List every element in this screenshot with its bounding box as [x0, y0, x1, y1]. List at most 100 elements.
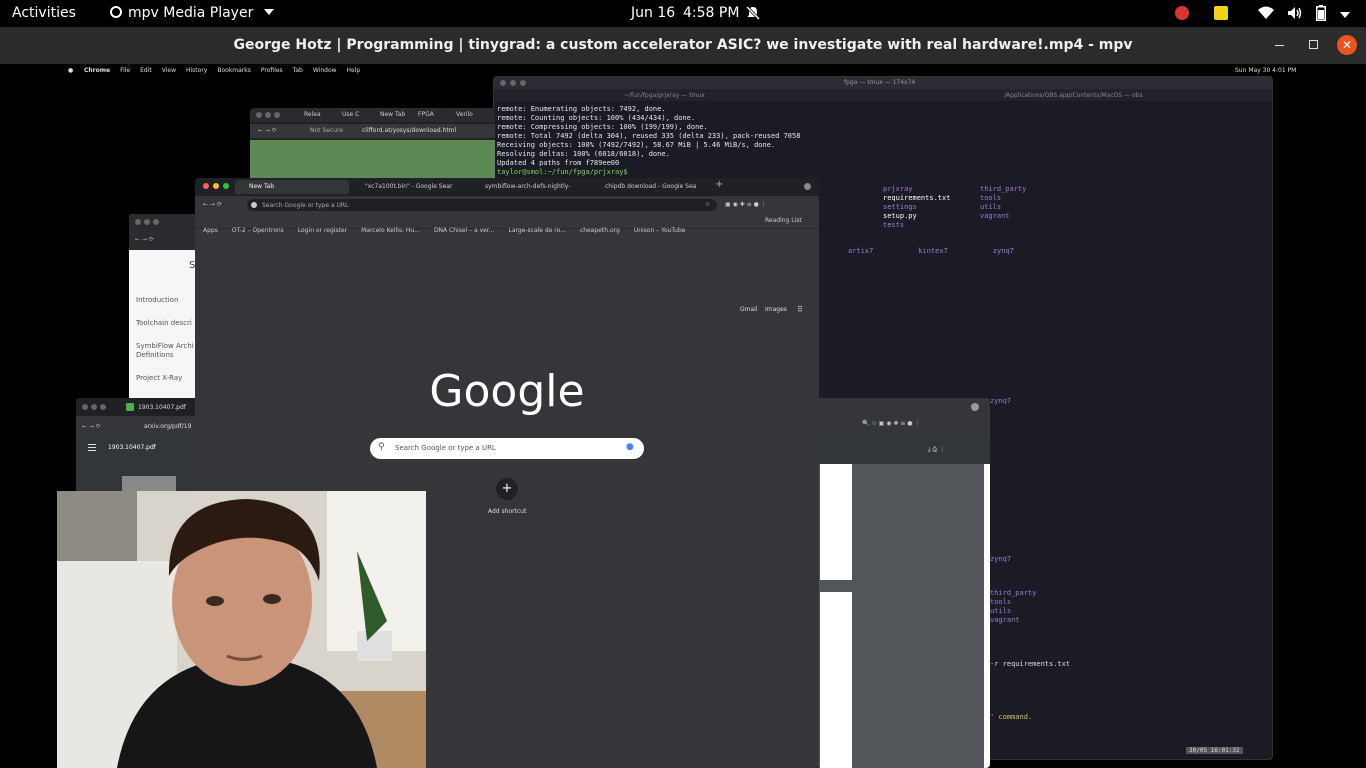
terminal-tab-left[interactable]: ~/fun/fpga/prjxray — tmux	[624, 92, 705, 99]
reading-list[interactable]: Reading List	[765, 217, 802, 224]
volume-icon[interactable]	[1287, 6, 1303, 24]
mic-icon[interactable]: ●	[626, 442, 634, 452]
chrome-tab[interactable]: "xc7a100t.bin" - Google Sear	[351, 180, 465, 194]
bookmark-item[interactable]: Large-scale de ro...	[508, 227, 565, 234]
chrome-extension-icons[interactable]: ▣ ◉ ✚ ≡ ● ⋮	[725, 201, 767, 208]
pdf-window-left[interactable]: 1903.10407.pdf ← → ⟳ arxiv.org/pdf/19 19…	[76, 398, 206, 498]
mpv-icon	[110, 6, 122, 18]
bookmark-star-icon[interactable]: ☆	[705, 201, 710, 208]
dir-list: artix7 kintex7 zynq7	[848, 247, 1059, 256]
google-g-icon	[251, 202, 257, 208]
frag-entry: utils	[990, 607, 1012, 615]
add-shortcut-icon[interactable]: +	[496, 478, 518, 500]
battery-icon[interactable]	[1316, 5, 1326, 25]
video-frame[interactable]: ● Chrome File Edit View History Bookmarks Prof…	[0, 64, 1366, 768]
frag-list: third_party tools utils vagrant	[990, 589, 1036, 625]
chrome-nav-icon[interactable]: ← → ⟳	[203, 201, 222, 208]
bookmark-item[interactable]: DNA Chisel – a ver...	[434, 227, 495, 234]
gmail-link[interactable]: Gmail	[740, 306, 758, 313]
chrome-omnibox[interactable]: Search Google or type a URL ☆	[247, 199, 717, 211]
back-tab[interactable]: Verilo	[442, 108, 490, 122]
chrome-toolbar: ← → ⟳ Search Google or type a URL ☆ ▣ ◉ …	[195, 196, 819, 214]
pdf-nav-icon[interactable]: ← → ⟳	[82, 423, 101, 430]
mac-menu-item: Tab	[292, 67, 303, 74]
clock-time[interactable]: 4:58 PM	[683, 5, 739, 21]
mac-menu-item: Help	[346, 67, 361, 74]
pdf-scrollbar[interactable]	[984, 464, 990, 768]
frag-entry: third_party	[990, 589, 1037, 597]
pdf-tab[interactable]: 1903.10407.pdf	[138, 404, 186, 411]
pdf-download-print-icons[interactable]: ⤓ ⎙ ⋮	[928, 446, 945, 454]
clock-date[interactable]: Jun 16	[631, 5, 675, 21]
pdf-menu-icon[interactable]	[88, 444, 96, 445]
terminal-line: Resolving deltas: 100% (6018/6018), done…	[497, 150, 670, 158]
system-menu-icon[interactable]	[1340, 6, 1350, 22]
tmux-status: 30/05 16:01:32	[1186, 747, 1243, 754]
pdf-right-header: ⤓ ⎙ ⋮	[816, 438, 990, 464]
dir-entry: kintex7	[918, 247, 948, 255]
pdf-right-toolbar: 🔍 ☆ ▣ ◉ ✚ ≡ ● ⋮	[816, 398, 990, 438]
browser-back-window[interactable]: Relea Use C New Tab FPGA Verilo ← → ⟳ Not Se…	[250, 108, 495, 188]
mac-menu-item: History	[186, 67, 208, 74]
pdf-tabbar: 1903.10407.pdf	[76, 398, 206, 416]
apps-grid-icon[interactable]: ⠿	[797, 305, 803, 314]
images-link[interactable]: Images	[765, 306, 787, 313]
new-tab-icon[interactable]: +	[715, 179, 723, 190]
pdf-close-icon[interactable]	[971, 403, 979, 411]
window-title: George Hotz | Programming | tinygrad: a …	[233, 37, 1133, 53]
maximize-icon[interactable]	[1309, 40, 1318, 49]
chevron-down-icon	[263, 9, 274, 15]
ls-entry: third_party	[980, 185, 1027, 193]
chrome-tab[interactable]: New Tab	[235, 180, 349, 194]
close-icon[interactable]: ✕	[1337, 35, 1357, 55]
chrome-bookmarks-bar: Apps OT-2 – Opentrons Login or register Mar…	[195, 214, 819, 234]
app-menu[interactable]: mpv Media Player	[110, 5, 274, 21]
mac-clock: Sun May 30 4:01 PM	[1235, 67, 1297, 74]
activities-button[interactable]: Activities	[12, 5, 76, 21]
terminal-tab-right[interactable]: /Applications/OBS.app/Contents/MacOS — o…	[1004, 92, 1143, 99]
pdf-window-right[interactable]: 🔍 ☆ ▣ ◉ ✚ ≡ ● ⋮ ⤓ ⎙ ⋮	[816, 398, 990, 768]
zynq-fragment-a: zynq7	[990, 397, 1012, 405]
terminal-line: remote: Counting objects: 100% (434/434)…	[497, 114, 696, 122]
pdf-page-1	[820, 464, 852, 580]
bookmark-item[interactable]: Marcelo Kellis: Hu...	[361, 227, 420, 234]
notes-icon[interactable]	[1214, 6, 1228, 24]
terminal-output: remote: Enumerating objects: 7492, done.…	[497, 105, 800, 177]
ls-entry: setup.py	[883, 212, 917, 220]
accessibility-icon[interactable]	[1175, 6, 1189, 24]
google-search-box[interactable]: ⚲ Search Google or type a URL ●	[370, 438, 644, 459]
ls-column-1: prjxray requirements.txt settings setup.py t…	[883, 185, 950, 230]
back-nav-icon[interactable]: ← → ⟳	[258, 127, 277, 134]
dir-entry: artix7	[848, 247, 874, 255]
bookmark-item[interactable]: Apps	[203, 227, 218, 234]
ls-entry: tests	[883, 221, 905, 229]
mac-menu-item: Chrome	[84, 67, 111, 74]
bookmark-item[interactable]: Login or register	[298, 227, 347, 234]
terminal-line: Receiving objects: 100% (7492/7492), 58.…	[497, 141, 776, 149]
ls-entry: settings	[883, 203, 917, 211]
search-icon: ⚲	[378, 442, 385, 452]
add-shortcut-label: Add shortcut	[488, 508, 527, 515]
pdf-url[interactable]: arxiv.org/pdf/19	[144, 423, 191, 430]
mac-menu-items: Chrome File Edit View History Bookmarks Profil…	[84, 67, 370, 74]
chrome-profile-icon[interactable]	[804, 183, 811, 190]
bookmark-item[interactable]: Unison – YouTube	[634, 227, 686, 234]
pdf-doc-title: 1903.10407.pdf	[108, 444, 156, 451]
webcam-overlay	[57, 491, 426, 768]
ls-entry: utils	[980, 203, 1002, 211]
minimize-icon[interactable]	[1275, 45, 1284, 46]
chrome-tab[interactable]: symbiflow-arch-defs-nightly-	[471, 180, 585, 194]
window-titlebar: George Hotz | Programming | tinygrad: a …	[0, 27, 1366, 64]
bookmark-item[interactable]: OT-2 – Opentrons	[232, 227, 284, 234]
docs-nav-icon[interactable]: ← → ⟳	[135, 236, 154, 243]
chrome-tab[interactable]: chipdb download - Google Sea	[591, 180, 705, 194]
browser-back-toolbar: ← → ⟳ Not Secure clifford.at/yosys/downl…	[250, 124, 495, 138]
security-chip: Not Secure	[310, 127, 344, 134]
bookmark-item[interactable]: cheapeth.org	[580, 227, 620, 234]
terminal-line: remote: Total 7492 (delta 304), reused 3…	[497, 132, 801, 140]
pdf-toolbar: ← → ⟳ arxiv.org/pdf/19	[76, 418, 206, 434]
back-url[interactable]: clifford.at/yosys/download.html	[362, 127, 456, 134]
mac-menu-item: File	[120, 67, 131, 74]
pdf-ext-icons[interactable]: 🔍 ☆ ▣ ◉ ✚ ≡ ● ⋮	[862, 420, 920, 427]
wifi-icon[interactable]	[1258, 6, 1274, 24]
